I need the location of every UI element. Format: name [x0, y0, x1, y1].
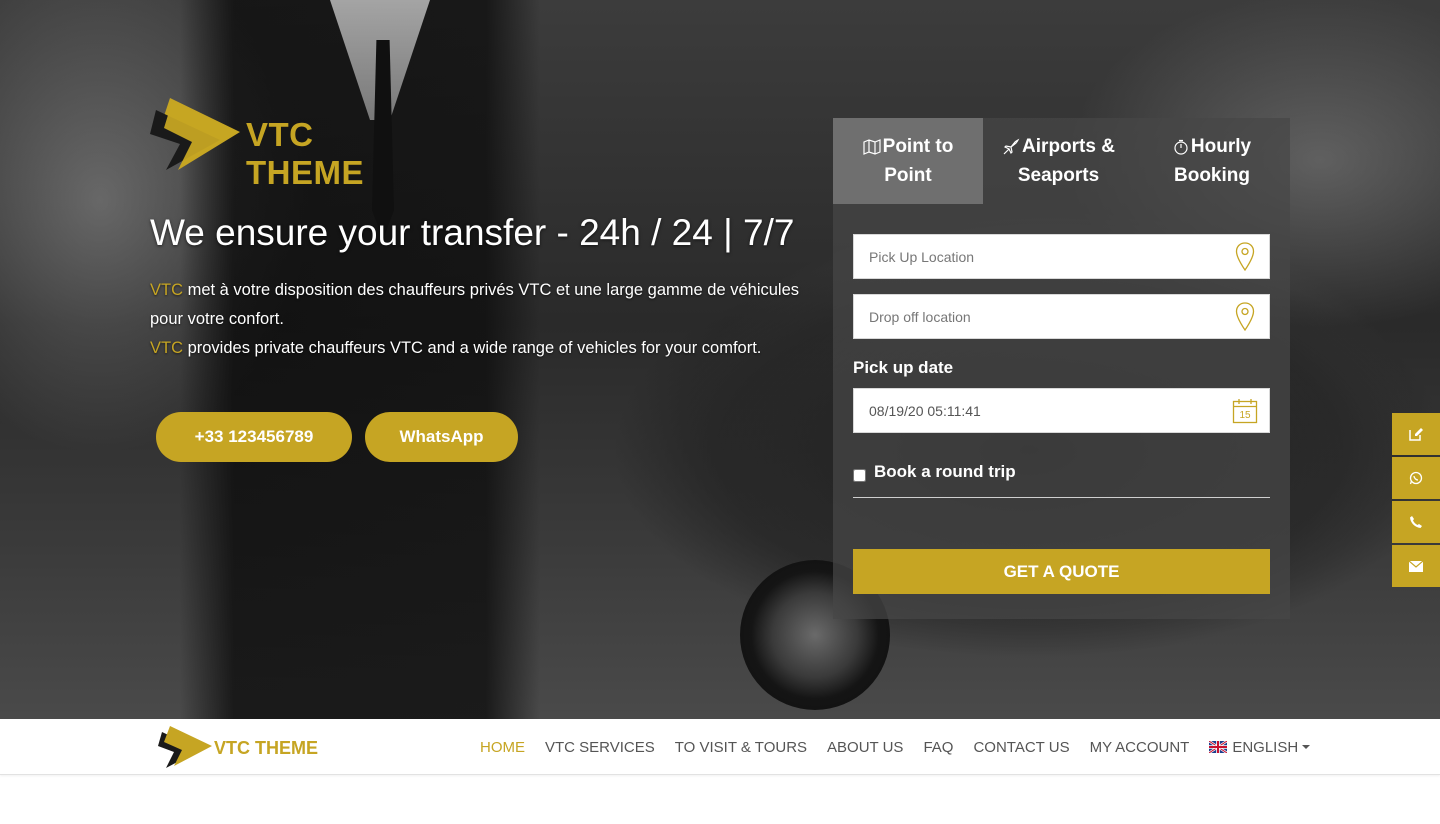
- dropoff-location-input[interactable]: [854, 295, 1225, 338]
- tab-point-to-point-line1: Point to: [863, 132, 954, 161]
- hero-description-fr: VTC met à votre disposition des chauffeu…: [150, 276, 810, 334]
- pickup-location-field: [853, 234, 1270, 279]
- round-trip-label: Book a round trip: [874, 462, 1016, 481]
- clock-icon: [1174, 139, 1188, 155]
- edit-icon: [1408, 428, 1423, 441]
- hero-en-text: provides private chauffeurs VTC and a wi…: [183, 339, 762, 357]
- round-trip-checkbox[interactable]: [853, 469, 866, 482]
- language-label: ENGLISH: [1232, 738, 1299, 756]
- pickup-location-input[interactable]: [854, 235, 1225, 278]
- nav-item-about-us[interactable]: ABOUT US: [817, 739, 913, 756]
- side-whatsapp-button[interactable]: [1392, 457, 1440, 499]
- side-email-button[interactable]: [1392, 545, 1440, 587]
- envelope-icon: [1409, 560, 1423, 572]
- tab-airports-label1: Airports &: [1022, 136, 1115, 157]
- nav-logo-text: VTC THEME: [214, 738, 319, 758]
- tab-airports-seaports[interactable]: Airports & Seaports: [983, 118, 1134, 204]
- call-phone-button[interactable]: +33 123456789: [156, 412, 352, 462]
- main-navbar: VTC THEME HOME VTC SERVICES TO VISIT & T…: [0, 719, 1440, 775]
- nav-logo[interactable]: VTC THEME: [158, 726, 328, 770]
- pickup-date-label: Pick up date: [853, 358, 954, 377]
- nav-item-faq[interactable]: FAQ: [913, 739, 963, 756]
- nav-item-visit-tours[interactable]: TO VISIT & TOURS: [665, 739, 817, 756]
- map-pin-icon[interactable]: [1225, 297, 1265, 337]
- uk-flag-icon: [1209, 741, 1228, 753]
- plane-icon: [1003, 138, 1020, 155]
- hero-fr-highlight: VTC: [150, 281, 183, 299]
- map-icon: [863, 139, 881, 155]
- whatsapp-button[interactable]: WhatsApp: [365, 412, 518, 462]
- logo-text: VTC THEME: [246, 116, 364, 191]
- pickup-date-field: 15: [853, 388, 1270, 433]
- hero-description-en: VTC provides private chauffeurs VTC and …: [150, 334, 810, 363]
- nav-item-vtc-services[interactable]: VTC SERVICES: [535, 739, 665, 756]
- language-selector[interactable]: ENGLISH: [1199, 739, 1320, 756]
- round-trip-option[interactable]: Book a round trip: [853, 462, 1270, 498]
- nav-item-my-account[interactable]: MY ACCOUNT: [1080, 739, 1200, 756]
- tab-point-to-point-label1: Point to: [882, 136, 954, 157]
- hero-fr-text: met à votre disposition des chauffeurs p…: [150, 281, 800, 328]
- hero-logo[interactable]: VTC THEME: [150, 98, 430, 191]
- hero-section: VTC THEME We ensure your transfer - 24h …: [0, 0, 1440, 719]
- nav-menu: HOME VTC SERVICES TO VISIT & TOURS ABOUT…: [470, 719, 1320, 775]
- tab-point-to-point[interactable]: Point to Point: [833, 118, 983, 204]
- tab-airports-label2: Seaports: [1017, 165, 1100, 186]
- tab-hourly-booking[interactable]: Hourly Booking: [1134, 118, 1290, 204]
- side-phone-button[interactable]: [1392, 501, 1440, 543]
- get-quote-button[interactable]: GET A QUOTE: [853, 549, 1270, 594]
- booking-tabs: Point to Point Airports & Seaports Hourl…: [833, 118, 1290, 204]
- tab-hourly-label1: Hourly: [1190, 136, 1252, 157]
- chevron-down-icon: [1302, 745, 1311, 749]
- whatsapp-icon: [1409, 471, 1423, 485]
- tab-hourly-line1: Hourly: [1173, 132, 1251, 161]
- hero-en-highlight: VTC: [150, 339, 183, 357]
- phone-icon: [1410, 516, 1422, 528]
- booking-panel: Point to Point Airports & Seaports Hourl…: [833, 118, 1290, 619]
- hero-description: VTC met à votre disposition des chauffeu…: [150, 276, 810, 363]
- dropoff-location-field: [853, 294, 1270, 339]
- tab-hourly-label2: Booking: [1174, 165, 1250, 186]
- tab-airports-line1: Airports &: [1002, 132, 1115, 161]
- pickup-date-input[interactable]: [854, 389, 1225, 432]
- logo-chevron-icon: [150, 98, 240, 170]
- logo-chevron-icon: [158, 726, 212, 768]
- calendar-icon[interactable]: 15: [1225, 391, 1265, 431]
- side-contact-bar: [1392, 413, 1440, 589]
- side-edit-button[interactable]: [1392, 413, 1440, 455]
- tab-point-to-point-label2: Point: [884, 165, 932, 186]
- nav-item-home[interactable]: HOME: [470, 739, 535, 756]
- calendar-day-text: 15: [1239, 410, 1251, 421]
- nav-item-contact-us[interactable]: CONTACT US: [963, 739, 1079, 756]
- map-pin-icon[interactable]: [1225, 237, 1265, 277]
- hero-headline: We ensure your transfer - 24h / 24 | 7/7: [150, 212, 795, 253]
